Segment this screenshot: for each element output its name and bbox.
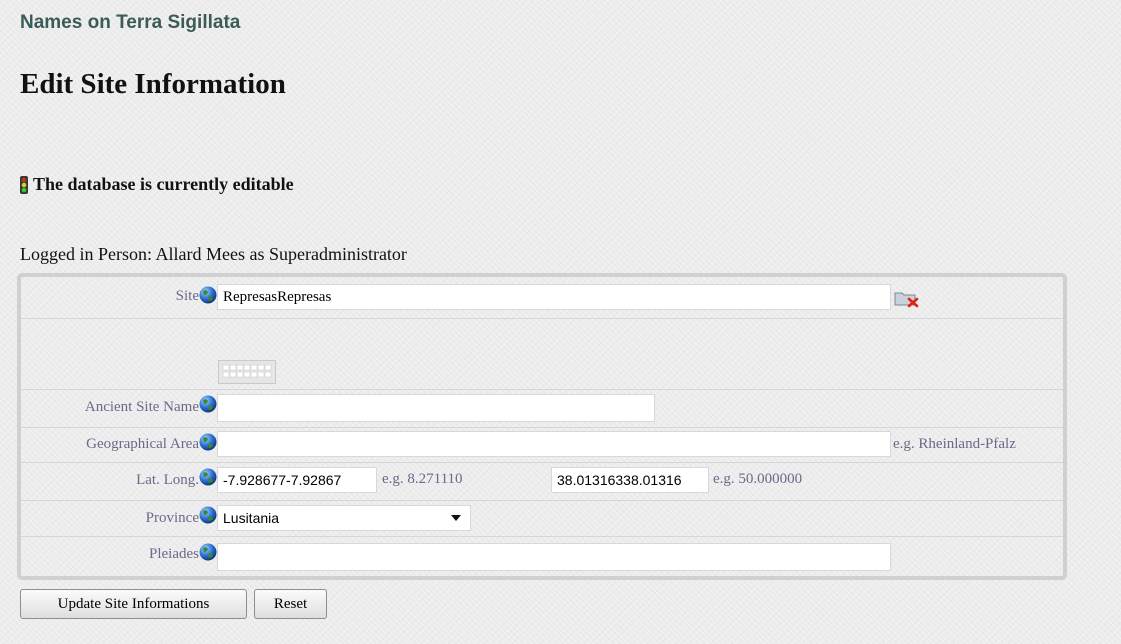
folder-delete-icon[interactable] [893, 288, 921, 308]
site-row: Site [21, 277, 1063, 319]
ancient-site-name-label: Ancient Site Name [84, 399, 199, 415]
geographical-area-label: Geographical Area [86, 436, 199, 452]
status-banner: The database is currently editable [18, 174, 294, 195]
latitude-input[interactable] [551, 467, 709, 493]
province-row: Province Lusitania [21, 500, 1063, 537]
pleiades-label: Pleiades [149, 546, 199, 562]
globe-icon [199, 506, 217, 524]
app-title: Names on Terra Sigillata [20, 12, 241, 33]
ancient-site-name-row: Ancient Site Name [21, 389, 1063, 428]
latitude-hint: e.g. 50.000000 [713, 471, 803, 487]
geographical-area-input[interactable] [217, 431, 891, 457]
ancient-site-name-input[interactable] [217, 394, 655, 422]
province-select[interactable]: Lusitania [217, 505, 471, 531]
longitude-input[interactable] [217, 467, 377, 493]
longitude-hint: e.g. 8.271110 [382, 471, 463, 487]
province-label: Province [145, 510, 199, 526]
pleiades-row: Pleiades [21, 536, 1063, 576]
globe-icon [199, 286, 217, 304]
status-text: The database is currently editable [33, 174, 294, 194]
lat-long-row: Lat. Long. e.g. 8.271110 e.g. 50.000000 [21, 462, 1063, 501]
page-title: Edit Site Information [20, 68, 286, 100]
province-selected-value: Lusitania [223, 510, 280, 526]
keyboard-row [21, 318, 1063, 390]
reset-button[interactable]: Reset [254, 589, 327, 619]
traffic-light-icon [20, 175, 28, 194]
update-site-button[interactable]: Update Site Informations [20, 589, 247, 619]
site-input[interactable] [217, 284, 891, 310]
globe-icon [199, 433, 217, 451]
keyboard-icon[interactable] [218, 360, 276, 384]
pleiades-input[interactable] [217, 543, 891, 571]
geographical-area-row: Geographical Area e.g. Rheinland-Pfalz [21, 427, 1063, 463]
site-form: Site Ancient Site Name [17, 273, 1067, 580]
chevron-down-icon [451, 515, 461, 521]
globe-icon [199, 395, 217, 413]
logged-in-info: Logged in Person: Allard Mees as Superad… [20, 244, 407, 264]
lat-long-label: Lat. Long. [136, 472, 199, 488]
globe-icon [199, 468, 217, 486]
site-label: Site [175, 288, 199, 304]
globe-icon [199, 543, 217, 561]
geographical-area-hint: e.g. Rheinland-Pfalz [893, 436, 1016, 452]
